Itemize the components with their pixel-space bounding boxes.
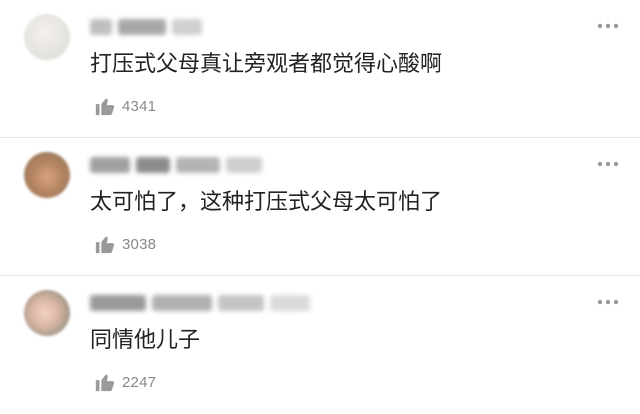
- comment-item: 打压式父母真让旁观者都觉得心酸啊 4341: [0, 0, 640, 138]
- thumbs-up-icon: [95, 98, 115, 116]
- avatar[interactable]: [24, 290, 70, 336]
- comment-list: 打压式父母真让旁观者都觉得心酸啊 4341 太可怕了，这种打压式父母太可怕了 3…: [0, 0, 640, 414]
- like-button[interactable]: 2247: [94, 370, 156, 394]
- username-blurred[interactable]: [90, 290, 310, 316]
- username-blurred[interactable]: [90, 152, 262, 178]
- avatar[interactable]: [24, 14, 70, 60]
- more-dots-icon: [597, 161, 619, 167]
- more-options-button[interactable]: [596, 16, 620, 36]
- thumbs-up-icon: [95, 236, 115, 254]
- like-count: 3038: [122, 235, 157, 253]
- comment-text: 同情他儿子: [90, 328, 201, 353]
- more-options-button[interactable]: [596, 292, 620, 312]
- more-dots-icon: [597, 23, 619, 29]
- like-count: 4341: [122, 97, 157, 115]
- thumbs-up-icon: [95, 374, 115, 392]
- comment-text: 太可怕了，这种打压式父母太可怕了: [90, 190, 443, 215]
- comment-item: 同情他儿子 2247: [0, 276, 640, 414]
- like-button[interactable]: 3038: [94, 232, 156, 256]
- more-options-button[interactable]: [596, 154, 620, 174]
- comment-item: 太可怕了，这种打压式父母太可怕了 3038: [0, 138, 640, 276]
- comment-text: 打压式父母真让旁观者都觉得心酸啊: [90, 52, 443, 77]
- like-button[interactable]: 4341: [94, 94, 156, 118]
- more-dots-icon: [597, 299, 619, 305]
- username-blurred[interactable]: [90, 14, 202, 40]
- avatar[interactable]: [24, 152, 70, 198]
- like-count: 2247: [122, 373, 157, 391]
